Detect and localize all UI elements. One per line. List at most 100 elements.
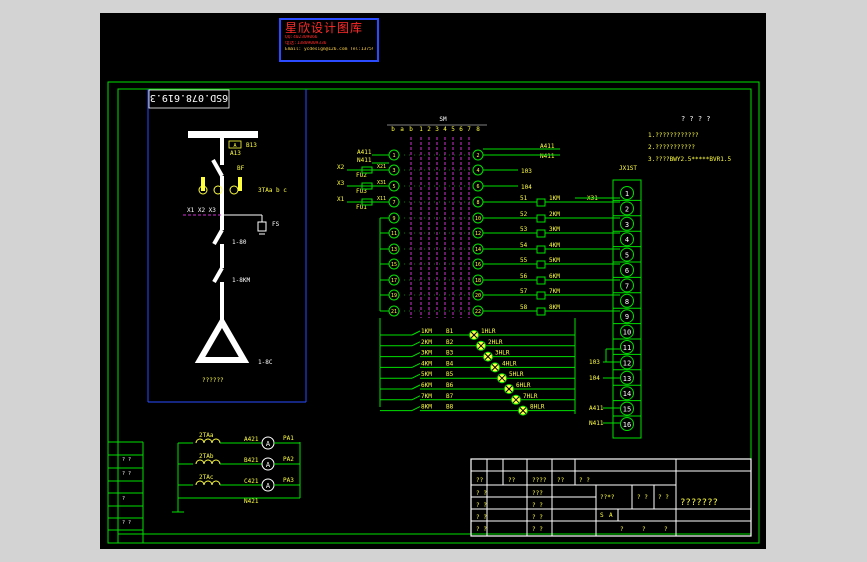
title-block-cell: ? ? — [532, 502, 543, 509]
title-block-scale-2: A — [609, 512, 613, 519]
terminal-number: 3 — [625, 221, 629, 229]
relay-coil-box — [536, 291, 546, 300]
relay-wire-number: 54 — [520, 242, 528, 249]
sm-right-pin-number: 18 — [475, 278, 481, 284]
sm-fuse-wire-label: X21 — [377, 164, 386, 170]
relay-wire-number: 55 — [520, 257, 528, 264]
terminal-number: 15 — [623, 406, 631, 414]
relay-coil-box — [536, 260, 546, 269]
ammeter-meter-label: PA2 — [283, 456, 294, 463]
wire — [411, 352, 421, 358]
relay-coil-box — [536, 229, 546, 238]
terminal-side-label: N411 — [589, 420, 604, 427]
title-block-cell: ? ? — [532, 514, 543, 521]
ct-note: 3TAa b c — [258, 187, 287, 194]
wire — [411, 330, 421, 336]
wire — [411, 395, 421, 401]
sm-col-label: 4 — [443, 126, 447, 133]
relay-coil-label: 5KM — [549, 257, 560, 264]
sm-col-label: 5 — [451, 126, 455, 133]
sm-right-pin-number: 12 — [475, 231, 481, 237]
terminal-number: 5 — [625, 252, 629, 260]
title-block-cell: ??? — [532, 490, 543, 497]
relay-coil-box — [536, 198, 546, 207]
terminal-number: 1 — [625, 190, 629, 198]
sm-left-pin-number: 1 — [392, 153, 395, 159]
terminal-number: 10 — [623, 329, 631, 337]
sm-fuse-wire-label: X11 — [377, 196, 386, 202]
capacitor-delta — [194, 316, 250, 363]
sm-right-pin-number: 4 — [476, 168, 479, 174]
ct-coil-arc — [203, 480, 213, 486]
sm-col-label: a — [400, 126, 404, 133]
ammeter-wire-label: B421 — [244, 457, 259, 464]
ammeter-symbol-letter: A — [266, 461, 271, 469]
terminal-title: JX1ST — [619, 165, 637, 172]
lamp-km-label: 3KM — [421, 350, 432, 357]
terminal-number: 8 — [625, 298, 629, 306]
sm-left-pin-number: 7 — [392, 200, 395, 206]
wire — [411, 373, 421, 379]
ct-label-b: B13 — [246, 142, 257, 149]
sm-title: SM — [439, 116, 447, 123]
ammeter-wire-label: C421 — [244, 478, 259, 485]
ammeter-meter-label: PA3 — [283, 477, 294, 484]
sm-left-pin-number: 5 — [392, 184, 395, 190]
relay-wire-number: 56 — [520, 273, 528, 280]
terminal-number: 2 — [625, 205, 629, 213]
sm-right-pin-number: 22 — [475, 309, 481, 315]
rev-cell-3: ? — [122, 496, 125, 502]
lamp-b-label: B5 — [446, 371, 454, 378]
ammeter-meter-label: PA1 — [283, 435, 294, 442]
terminal-number: 4 — [625, 236, 629, 244]
ammeter-symbol-letter: A — [266, 440, 271, 448]
lamp-km-label: 5KM — [421, 371, 432, 378]
wire — [411, 362, 421, 368]
ct-coil-arc — [211, 459, 221, 465]
rev-cell-4: ? ? — [122, 520, 131, 526]
title-block-cell: ? ? — [532, 526, 543, 533]
lamp-b-label: B8 — [446, 404, 454, 411]
terminal-number: 11 — [623, 344, 631, 352]
sm-input-label: X1 — [337, 196, 345, 203]
title-block-head: ? ? — [579, 477, 590, 484]
terminal-side-label: A411 — [589, 405, 604, 412]
ct-coil-arc — [195, 438, 205, 444]
wire — [411, 341, 421, 347]
relay-wire-number: 53 — [520, 226, 528, 233]
sm-left-pin-number: 19 — [391, 293, 397, 299]
terminal-strip: JX1ST 12345678910111213141516103104A411N… — [589, 165, 642, 439]
sm-right-pin-number: 8 — [476, 200, 479, 206]
ct-coil-arc — [203, 459, 213, 465]
lamp-label: 8HLR — [530, 404, 545, 411]
ct-coil-arc — [211, 438, 221, 444]
terminal-number: 13 — [623, 375, 631, 383]
revision-block: ? ? ? ? ? ? ? — [108, 441, 144, 543]
terminal-number: 16 — [623, 421, 631, 429]
lamp-label: 4HLR — [502, 360, 517, 367]
relay-coil-box — [536, 276, 546, 285]
ct-coil-arc — [211, 480, 221, 486]
lamp-label: 3HLR — [495, 350, 510, 357]
relay-coil-label: 8KM — [549, 304, 560, 311]
lamp-b-label: B3 — [446, 350, 454, 357]
terminal-side-label: 104 — [589, 375, 600, 382]
sm-col-label: b — [409, 126, 413, 133]
lamp-label: 1HLR — [481, 328, 496, 335]
switch-1-80-label: 1-80 — [232, 239, 247, 246]
note-2: 2.??????????? — [648, 144, 695, 151]
sm-right-pin-number: 20 — [475, 293, 481, 299]
wire — [411, 384, 421, 390]
switch-1-8km-blade — [212, 267, 224, 283]
schematic-drawing: 6SD.078.619.3 A A13 B13 BF 3TAa b c X1 X… — [107, 81, 760, 544]
sm-left-pin-number: 3 — [392, 168, 395, 174]
capacitor-label: 1-8C — [258, 359, 273, 366]
sm-right-pin-number: 6 — [476, 184, 479, 190]
sm-right-pin-number: 16 — [475, 262, 481, 268]
terminal-number: 14 — [623, 390, 631, 398]
ct-label-a: A13 — [230, 150, 241, 157]
ct-bar-right — [238, 177, 242, 191]
terminal-number: 9 — [625, 313, 629, 321]
title-block-mid-1: ??*? — [600, 494, 615, 501]
relay-wire-number: 51 — [520, 195, 528, 202]
